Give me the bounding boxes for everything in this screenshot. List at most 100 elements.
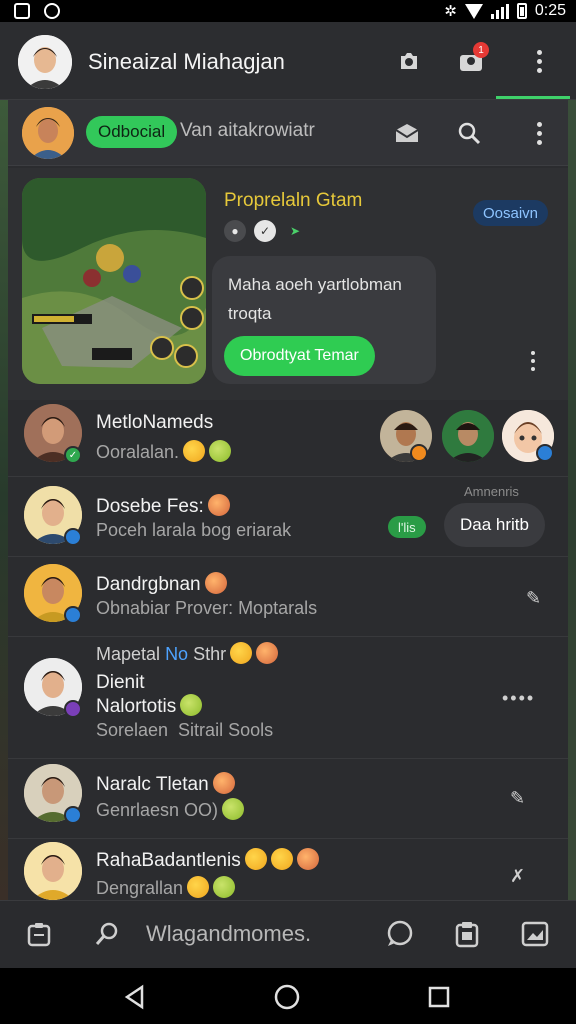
camera-icon[interactable] bbox=[394, 46, 424, 76]
sticker-glyph bbox=[455, 922, 479, 948]
check-icon[interactable]: ✓ bbox=[254, 220, 276, 242]
conversation-row[interactable]: RahaBadantlenis Dengrallan ✗ bbox=[8, 840, 568, 900]
online-icon: ✓ bbox=[64, 446, 82, 464]
photo-notification-icon bbox=[14, 3, 30, 19]
edit-icon[interactable]: ✎ bbox=[526, 588, 541, 609]
back-glyph bbox=[124, 984, 144, 1010]
active-tab-indicator bbox=[496, 96, 570, 99]
status-icon bbox=[64, 700, 82, 718]
clipboard-glyph bbox=[27, 923, 51, 947]
bluetooth-icon: ✲ bbox=[444, 3, 457, 20]
conversation-row[interactable]: Dandrgbnan Obnabiar Prover: Moptarals ✎ bbox=[8, 558, 568, 636]
emoji-icon bbox=[256, 642, 279, 664]
contact-name: MetloNameds bbox=[96, 412, 214, 433]
search-icon[interactable] bbox=[454, 118, 484, 148]
pin-icon[interactable]: ✎ bbox=[510, 788, 525, 809]
contact-name-line-2: Nalortotis bbox=[96, 694, 203, 718]
game-card: Proprelaln Gtam ● ✓ ➤ Oosaivn Maha aoeh … bbox=[8, 168, 568, 400]
app-notification-icon bbox=[44, 3, 60, 19]
reaction-icon[interactable]: ● bbox=[224, 220, 246, 242]
last-message: Sorelaen Sitrail Sools bbox=[96, 720, 274, 740]
gallery-icon[interactable] bbox=[520, 919, 550, 949]
recents-glyph bbox=[428, 986, 450, 1008]
chat-status-pill[interactable]: Odbocial bbox=[86, 116, 178, 148]
contact-name-line-1: Dienit bbox=[96, 672, 145, 693]
contacts-icon[interactable]: 1 bbox=[456, 42, 489, 76]
last-message: Obnabiar Prover: Moptarals bbox=[96, 598, 318, 618]
chat-menu-icon[interactable] bbox=[524, 118, 554, 148]
back-icon[interactable] bbox=[120, 982, 150, 1012]
emoji-icon bbox=[209, 440, 232, 462]
conversation-row[interactable]: ✓ MetloNameds Ooralalan. bbox=[8, 400, 568, 476]
divider bbox=[8, 758, 568, 759]
app-bar: Sineaizal Miahagjan 1 bbox=[0, 22, 576, 100]
tooltip-label: Amnenris bbox=[464, 484, 519, 499]
status-time: 0:25 bbox=[534, 2, 566, 19]
game-thumbnail[interactable] bbox=[22, 178, 206, 384]
status-icon bbox=[64, 528, 82, 546]
contact-name: Naralc Tletan bbox=[96, 772, 235, 796]
divider bbox=[8, 476, 568, 477]
overflow-menu-icon[interactable] bbox=[524, 46, 554, 76]
avatar-image bbox=[442, 410, 494, 462]
game-reactions: ● ✓ ➤ bbox=[224, 220, 306, 242]
search-icon[interactable] bbox=[92, 919, 122, 949]
status-icon bbox=[410, 444, 428, 462]
clipboard-icon[interactable] bbox=[24, 919, 54, 949]
gallery-glyph bbox=[521, 921, 549, 947]
emoji-icon bbox=[183, 440, 206, 462]
bottom-composer: Wlagandmomes. bbox=[0, 900, 576, 968]
notification-badge: 1 bbox=[473, 42, 489, 58]
last-message: Dengrallan bbox=[96, 876, 236, 899]
tooltip-bubble[interactable]: Daa hritb bbox=[444, 503, 545, 547]
mute-icon[interactable]: ✗ bbox=[510, 866, 525, 887]
mail-icon[interactable] bbox=[392, 118, 422, 148]
last-message: Poceh larala bog eriarak bbox=[96, 520, 292, 540]
chat-bubble-icon[interactable] bbox=[384, 919, 414, 949]
camera-glyph bbox=[401, 53, 417, 69]
emoji-icon bbox=[222, 798, 245, 820]
background-strip-right bbox=[568, 100, 576, 900]
game-title: Proprelaln Gtam bbox=[224, 190, 363, 211]
app-title: Sineaizal Miahagjan bbox=[88, 49, 285, 74]
last-message: Ooralalan. bbox=[96, 440, 232, 463]
game-tag[interactable]: Oosaivn bbox=[472, 200, 548, 226]
emoji-icon bbox=[212, 772, 235, 794]
conversation-row[interactable]: Naralc Tletan Genrlaesn OO) ✎ bbox=[8, 760, 568, 838]
home-icon[interactable] bbox=[272, 982, 302, 1012]
emoji-icon bbox=[180, 694, 203, 716]
chat-header: Odbocial Van aitakrowiatr bbox=[8, 100, 568, 166]
conversation-row[interactable]: Dosebe Fes: Poceh larala bog eriarak l'l… bbox=[8, 478, 568, 556]
message-input[interactable]: Wlagandmomes. bbox=[146, 921, 311, 947]
last-message: Genrlaesn OO) bbox=[96, 798, 245, 821]
emoji-icon bbox=[213, 876, 236, 898]
recents-icon[interactable] bbox=[424, 982, 454, 1012]
leaf-icon[interactable]: ➤ bbox=[284, 220, 306, 242]
group-header: Mapetal No Sthr bbox=[96, 642, 279, 665]
emoji-icon bbox=[244, 848, 267, 870]
signal-icon bbox=[490, 3, 509, 19]
avatar-image bbox=[18, 35, 72, 89]
emoji-icon bbox=[270, 848, 293, 870]
contact-avatar[interactable] bbox=[24, 842, 82, 900]
game-map-image bbox=[22, 178, 206, 384]
sticker-icon[interactable] bbox=[452, 919, 482, 949]
avatar-image bbox=[24, 842, 82, 900]
search-glyph bbox=[95, 922, 118, 945]
card-menu-icon[interactable] bbox=[518, 346, 548, 376]
conversation-row[interactable]: Mapetal No Sthr Dienit Nalortotis Sorela… bbox=[8, 638, 568, 758]
divider bbox=[8, 556, 568, 557]
contact-name: Dosebe Fes: bbox=[96, 494, 230, 518]
typing-indicator-icon: •••• bbox=[502, 688, 536, 708]
chat-subtitle: Van aitakrowiatr bbox=[180, 120, 315, 141]
group-avatar-2[interactable] bbox=[442, 410, 494, 462]
mail-glyph bbox=[395, 124, 419, 142]
emoji-icon bbox=[204, 572, 227, 594]
profile-avatar[interactable] bbox=[18, 35, 72, 89]
chat-avatar-image bbox=[22, 107, 74, 159]
home-glyph bbox=[274, 984, 300, 1010]
divider bbox=[8, 636, 568, 637]
cta-button[interactable]: Obrodtyat Temar bbox=[224, 336, 375, 376]
chat-avatar[interactable] bbox=[22, 107, 74, 159]
status-icon bbox=[64, 806, 82, 824]
